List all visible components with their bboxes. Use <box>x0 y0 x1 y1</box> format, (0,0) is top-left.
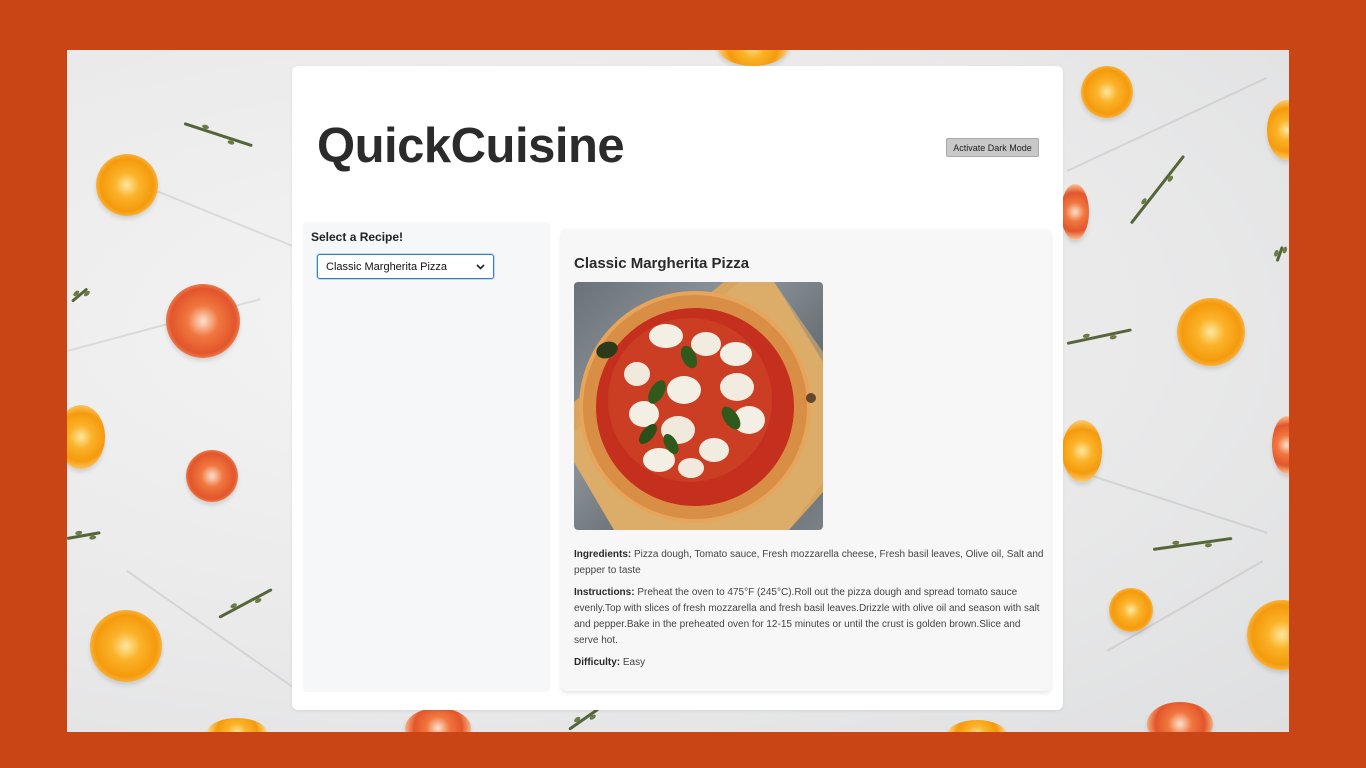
page-title: QuickCuisine <box>317 119 625 173</box>
dark-mode-button[interactable]: Activate Dark Mode <box>946 138 1039 157</box>
pizza-image <box>574 282 823 530</box>
ingredients-value: Pizza dough, Tomato sauce, Fresh mozzare… <box>574 549 1044 576</box>
ingredients-text: Ingredients: Pizza dough, Tomato sauce, … <box>574 547 1044 579</box>
chevron-down-icon <box>476 262 485 272</box>
instructions-value: Preheat the oven to 475°F (245°C).Roll o… <box>574 587 1040 646</box>
difficulty-label: Difficulty: <box>574 657 621 668</box>
instructions-label: Instructions: <box>574 587 635 598</box>
main-container: QuickCuisine Activate Dark Mode Select a… <box>292 66 1063 710</box>
instructions-text: Instructions: Preheat the oven to 475°F … <box>574 585 1044 649</box>
difficulty-text: Difficulty: Easy <box>574 655 1044 671</box>
recipe-title: Classic Margherita Pizza <box>574 255 750 272</box>
recipe-select[interactable]: Classic Margherita Pizza <box>317 254 494 279</box>
recipe-card: Classic Margherita Pizza Ingredients: Pi… <box>561 229 1051 691</box>
difficulty-value: Easy <box>622 657 646 668</box>
ingredients-label: Ingredients: <box>574 549 632 560</box>
sidebar-heading: Select a Recipe! <box>311 230 404 244</box>
recipe-select-value: Classic Margherita Pizza <box>326 260 448 273</box>
sidebar: Select a Recipe! Classic Margherita Pizz… <box>303 222 550 692</box>
